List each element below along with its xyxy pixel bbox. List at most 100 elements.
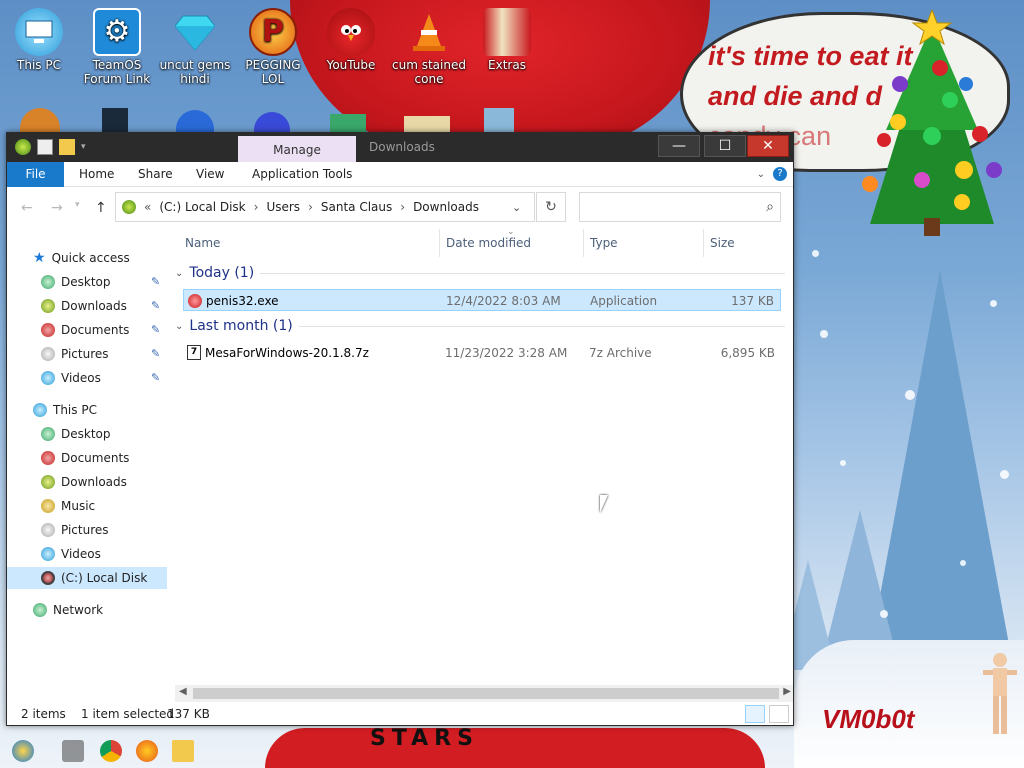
up-button[interactable]: ↑ — [95, 200, 107, 216]
nav-pc-pictures[interactable]: Pictures — [7, 519, 167, 541]
desktop-icon-uncut-gems[interactable]: uncut gems hindi — [156, 8, 234, 86]
desktop-icon-youtube[interactable]: YouTube — [312, 8, 390, 72]
group-header-last-month[interactable]: ⌄ Last month (1) — [175, 318, 785, 334]
nav-quick-desktop[interactable]: Desktop ✎ — [7, 271, 167, 293]
title-bar[interactable]: ▾ Manage Downloads — ☐ ✕ — [7, 133, 793, 163]
large-icons-view-button[interactable] — [769, 705, 789, 723]
start-button-icon[interactable] — [12, 740, 34, 762]
task-view-icon[interactable] — [62, 740, 84, 762]
chevron-down-icon[interactable]: ⌄ — [175, 321, 183, 332]
breadcrumb-item[interactable]: (C:) Local Disk — [159, 200, 245, 214]
nav-label: Documents — [61, 323, 130, 337]
desktop-icon-extras[interactable]: Extras — [468, 8, 546, 72]
status-bar: 2 items 1 item selected 137 KB — [7, 703, 793, 725]
nav-pc-downloads[interactable]: Downloads — [7, 471, 167, 493]
nav-quick-access[interactable]: ★ Quick access — [7, 247, 167, 269]
tab-share[interactable]: Share — [138, 162, 173, 187]
table-row[interactable]: 7 MesaForWindows-20.1.8.7z 11/23/2022 3:… — [183, 342, 781, 364]
breadcrumb-item[interactable]: Santa Claus — [321, 200, 392, 214]
file-type: Application — [590, 294, 658, 308]
column-divider[interactable] — [439, 229, 440, 257]
tab-home[interactable]: Home — [79, 162, 114, 187]
column-divider[interactable] — [703, 229, 704, 257]
horizontal-scrollbar[interactable]: ◀ ▶ — [175, 685, 793, 702]
back-button[interactable]: ← — [21, 200, 33, 216]
p-logo-icon: P — [249, 8, 297, 56]
minimize-button[interactable]: — — [658, 135, 700, 157]
breadcrumb-overflow[interactable]: « — [144, 200, 151, 214]
chrome-icon[interactable] — [100, 740, 122, 762]
desktop-icon-this-pc[interactable]: This PC — [0, 8, 78, 72]
breadcrumb-item[interactable]: Users — [266, 200, 300, 214]
new-folder-icon[interactable] — [59, 139, 75, 155]
snowflake — [820, 330, 828, 338]
search-icon[interactable]: ⌕ — [766, 199, 774, 215]
pin-icon[interactable]: ✎ — [151, 295, 160, 317]
desktop-icon-partial[interactable] — [102, 108, 128, 134]
chevron-down-icon[interactable]: ⌄ — [512, 201, 521, 214]
details-view-button[interactable] — [745, 705, 765, 723]
search-input[interactable]: ⌕ — [579, 192, 781, 222]
firefox-icon[interactable] — [136, 740, 158, 762]
nav-pc-videos[interactable]: Videos — [7, 543, 167, 565]
breadcrumb-item[interactable]: Downloads — [413, 200, 479, 214]
qat-dropdown-icon[interactable]: ▾ — [81, 142, 86, 152]
scrollbar-thumb[interactable] — [193, 688, 779, 699]
column-divider[interactable] — [583, 229, 584, 257]
nav-pc-documents[interactable]: Documents — [7, 447, 167, 469]
nav-this-pc[interactable]: This PC — [7, 399, 167, 421]
videos-icon — [41, 371, 55, 385]
desktop-icon-teamos[interactable]: ⚙ TeamOS Forum Link — [78, 8, 156, 86]
nav-quick-videos[interactable]: Videos ✎ — [7, 367, 167, 389]
chevron-down-icon[interactable]: ⌄ — [175, 268, 183, 279]
app-icon[interactable] — [15, 139, 31, 155]
forward-button[interactable]: → — [51, 200, 63, 216]
chevron-right-icon[interactable]: › — [400, 200, 405, 214]
chevron-right-icon[interactable]: › — [308, 200, 313, 214]
close-button[interactable]: ✕ — [747, 135, 789, 157]
maximize-button[interactable]: ☐ — [704, 135, 746, 157]
nav-quick-downloads[interactable]: Downloads ✎ — [7, 295, 167, 317]
scroll-right-icon[interactable]: ▶ — [783, 686, 791, 697]
tab-manage[interactable]: Manage — [238, 136, 356, 163]
nav-pc-music[interactable]: Music — [7, 495, 167, 517]
column-header-type[interactable]: Type — [590, 236, 618, 250]
help-icon[interactable]: ? — [773, 167, 787, 181]
column-header-name[interactable]: Name — [185, 236, 220, 250]
nav-pc-desktop[interactable]: Desktop — [7, 423, 167, 445]
nav-quick-documents[interactable]: Documents ✎ — [7, 319, 167, 341]
desktop-icon-partial[interactable] — [484, 108, 514, 134]
expand-ribbon-icon[interactable]: ⌄ — [757, 169, 765, 180]
desktop-icon-cone[interactable]: cum stained cone — [390, 8, 468, 86]
tab-application-tools[interactable]: Application Tools — [252, 162, 352, 187]
refresh-button[interactable]: ↻ — [536, 192, 566, 222]
chevron-right-icon[interactable]: › — [254, 200, 259, 214]
desktop-icon-partial[interactable] — [330, 114, 366, 134]
group-label: Today (1) — [189, 265, 255, 281]
desktop-icon-partial[interactable] — [254, 112, 290, 134]
column-header-date[interactable]: Date modified — [446, 236, 531, 250]
pin-icon[interactable]: ✎ — [151, 271, 160, 293]
file-explorer-icon[interactable] — [172, 740, 194, 762]
pin-icon[interactable]: ✎ — [151, 319, 160, 341]
watermark-text: VM0b0t — [822, 704, 915, 734]
desktop-icon-partial[interactable] — [176, 110, 214, 134]
recent-locations-button[interactable]: ▾ — [75, 200, 80, 210]
properties-icon[interactable] — [37, 139, 53, 155]
desktop-icon-partial[interactable] — [20, 108, 60, 134]
nav-network[interactable]: Network — [7, 599, 167, 621]
desktop-icon-pegging[interactable]: P PEGGING LOL — [234, 8, 312, 86]
tab-view[interactable]: View — [196, 162, 224, 187]
quick-access-toolbar: ▾ — [15, 139, 86, 155]
scroll-left-icon[interactable]: ◀ — [179, 686, 187, 697]
group-label: Last month (1) — [189, 318, 293, 334]
pin-icon[interactable]: ✎ — [151, 367, 160, 389]
tab-file[interactable]: File — [7, 162, 64, 187]
nav-quick-pictures[interactable]: Pictures ✎ — [7, 343, 167, 365]
table-row[interactable]: penis32.exe 12/4/2022 8:03 AM Applicatio… — [183, 289, 781, 311]
column-header-size[interactable]: Size — [710, 236, 735, 250]
nav-pc-local-disk[interactable]: (C:) Local Disk — [7, 567, 167, 589]
pin-icon[interactable]: ✎ — [151, 343, 160, 365]
address-bar[interactable]: « (C:) Local Disk › Users › Santa Claus … — [115, 192, 535, 222]
group-header-today[interactable]: ⌄ Today (1) — [175, 265, 785, 281]
